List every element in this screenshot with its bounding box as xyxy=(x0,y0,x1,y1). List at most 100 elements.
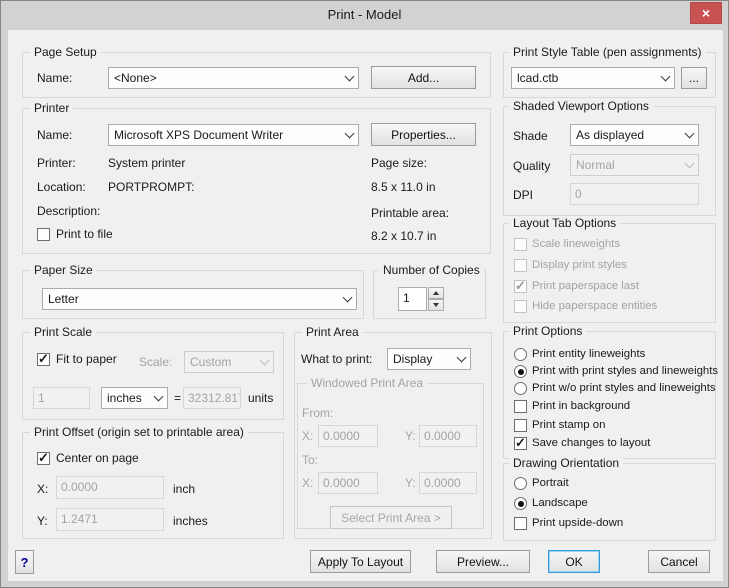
printer-type-label: Printer: xyxy=(37,156,76,171)
print-area-title: Print Area xyxy=(302,325,363,339)
print-stamp-on-label: Print stamp on xyxy=(532,418,605,433)
chevron-down-icon xyxy=(341,125,358,145)
from-x-field: 0.0000 xyxy=(318,425,378,447)
offset-x-field: 0.0000 xyxy=(56,476,164,499)
page-setup-name-combo[interactable]: <None> xyxy=(108,67,359,89)
chevron-down-icon xyxy=(453,349,470,369)
chevron-down-icon xyxy=(150,388,167,408)
printer-name-combo[interactable]: Microsoft XPS Document Writer xyxy=(108,124,359,146)
display-print-styles-checkbox xyxy=(514,259,527,272)
offset-x-unit: inch xyxy=(173,482,195,497)
center-on-page-label: Center on page xyxy=(56,451,139,466)
shaded-viewport-title: Shaded Viewport Options xyxy=(509,99,653,113)
close-button[interactable]: × xyxy=(690,2,722,24)
portrait-radio[interactable] xyxy=(514,477,527,490)
drawing-orientation-title: Drawing Orientation xyxy=(509,456,623,470)
quality-value: Normal xyxy=(571,158,681,172)
windowed-print-area-title: Windowed Print Area xyxy=(307,376,427,390)
to-x-label: X: xyxy=(302,476,313,491)
apply-to-layout-button[interactable]: Apply To Layout xyxy=(310,550,411,573)
print-in-background-checkbox[interactable] xyxy=(514,400,527,413)
shade-combo[interactable]: As displayed xyxy=(570,124,699,146)
help-button[interactable]: ? xyxy=(15,550,34,574)
print-upside-down-checkbox[interactable] xyxy=(514,517,527,530)
chevron-down-icon xyxy=(256,352,273,372)
print-style-title: Print Style Table (pen assignments) xyxy=(509,45,706,59)
save-changes-checkbox[interactable] xyxy=(514,437,527,450)
to-x-field: 0.0000 xyxy=(318,472,378,494)
chevron-down-icon xyxy=(341,68,358,88)
center-on-page-checkbox[interactable] xyxy=(37,452,50,465)
offset-y-label: Y: xyxy=(37,514,48,529)
from-x-label: X: xyxy=(302,429,313,444)
print-to-file-checkbox[interactable] xyxy=(37,228,50,241)
portrait-label: Portrait xyxy=(532,476,569,491)
printer-title: Printer xyxy=(30,101,73,115)
to-label: To: xyxy=(302,453,318,468)
printer-description-label: Description: xyxy=(37,204,100,219)
quality-combo: Normal xyxy=(570,154,699,176)
ok-button[interactable]: OK xyxy=(548,550,600,573)
page-setup-name-label: Name: xyxy=(37,71,72,86)
copies-field[interactable]: 1 xyxy=(398,287,427,311)
without-styles-label: Print w/o print styles and lineweights xyxy=(532,381,716,396)
printer-location-value: PORTPROMPT: xyxy=(108,180,194,195)
help-icon: ? xyxy=(21,555,29,570)
scale-unit-value: inches xyxy=(102,391,150,405)
properties-button[interactable]: Properties... xyxy=(371,123,476,146)
with-styles-label: Print with print styles and lineweights xyxy=(532,364,718,379)
entity-lineweights-label: Print entity lineweights xyxy=(532,347,645,362)
print-in-background-label: Print in background xyxy=(532,399,630,414)
quality-label: Quality xyxy=(513,159,550,174)
from-y-field: 0.0000 xyxy=(419,425,477,447)
entity-lineweights-radio[interactable] xyxy=(514,348,527,361)
fit-to-paper-label: Fit to paper xyxy=(56,352,117,367)
save-changes-label: Save changes to layout xyxy=(532,436,650,451)
without-styles-radio[interactable] xyxy=(514,382,527,395)
print-style-value: lcad.ctb xyxy=(512,71,657,85)
select-print-area-button: Select Print Area > xyxy=(330,506,452,529)
with-styles-radio[interactable] xyxy=(514,365,527,378)
cancel-button[interactable]: Cancel xyxy=(648,550,710,573)
landscape-radio[interactable] xyxy=(514,497,527,510)
print-style-browse-button[interactable]: ... xyxy=(681,67,707,89)
dpi-label: DPI xyxy=(513,188,533,203)
printer-name-value: Microsoft XPS Document Writer xyxy=(109,128,341,142)
dpi-field: 0 xyxy=(570,183,699,205)
print-upside-down-label: Print upside-down xyxy=(532,516,623,531)
display-print-styles-label: Display print styles xyxy=(532,258,627,273)
print-style-combo[interactable]: lcad.ctb xyxy=(511,67,675,89)
scale-numerator-field: 1 xyxy=(33,387,90,409)
fit-to-paper-checkbox[interactable] xyxy=(37,353,50,366)
page-size-value: 8.5 x 11.0 in xyxy=(371,180,436,195)
what-to-print-combo[interactable]: Display xyxy=(387,348,471,370)
chevron-down-icon xyxy=(681,155,698,175)
copies-up-button[interactable] xyxy=(428,287,444,299)
shade-label: Shade xyxy=(513,129,548,144)
print-stamp-on-checkbox[interactable] xyxy=(514,419,527,432)
add-button[interactable]: Add... xyxy=(371,66,476,89)
to-y-field: 0.0000 xyxy=(419,472,477,494)
from-label: From: xyxy=(302,406,333,421)
printable-area-label: Printable area: xyxy=(371,206,449,221)
what-to-print-label: What to print: xyxy=(301,352,372,367)
shade-value: As displayed xyxy=(571,128,681,142)
scale-unit-combo[interactable]: inches xyxy=(101,387,168,409)
preview-button[interactable]: Preview... xyxy=(436,550,530,573)
arrow-up-icon xyxy=(433,291,439,295)
chevron-down-icon xyxy=(657,68,674,88)
page-setup-title: Page Setup xyxy=(30,45,101,59)
scale-combo: Custom xyxy=(184,351,274,373)
copies-down-button[interactable] xyxy=(428,299,444,311)
chevron-down-icon xyxy=(681,125,698,145)
print-dialog: Print - Model × Page Setup Name: <None> … xyxy=(0,0,729,588)
print-paperspace-last-checkbox xyxy=(514,280,527,293)
print-scale-title: Print Scale xyxy=(30,325,96,339)
print-offset-title: Print Offset (origin set to printable ar… xyxy=(30,425,248,439)
print-options-title: Print Options xyxy=(509,324,586,338)
paper-size-combo[interactable]: Letter xyxy=(42,288,357,310)
landscape-label: Landscape xyxy=(532,496,588,511)
hide-paperspace-entities-checkbox xyxy=(514,300,527,313)
offset-x-label: X: xyxy=(37,482,48,497)
scale-lineweights-label: Scale lineweights xyxy=(532,237,620,252)
